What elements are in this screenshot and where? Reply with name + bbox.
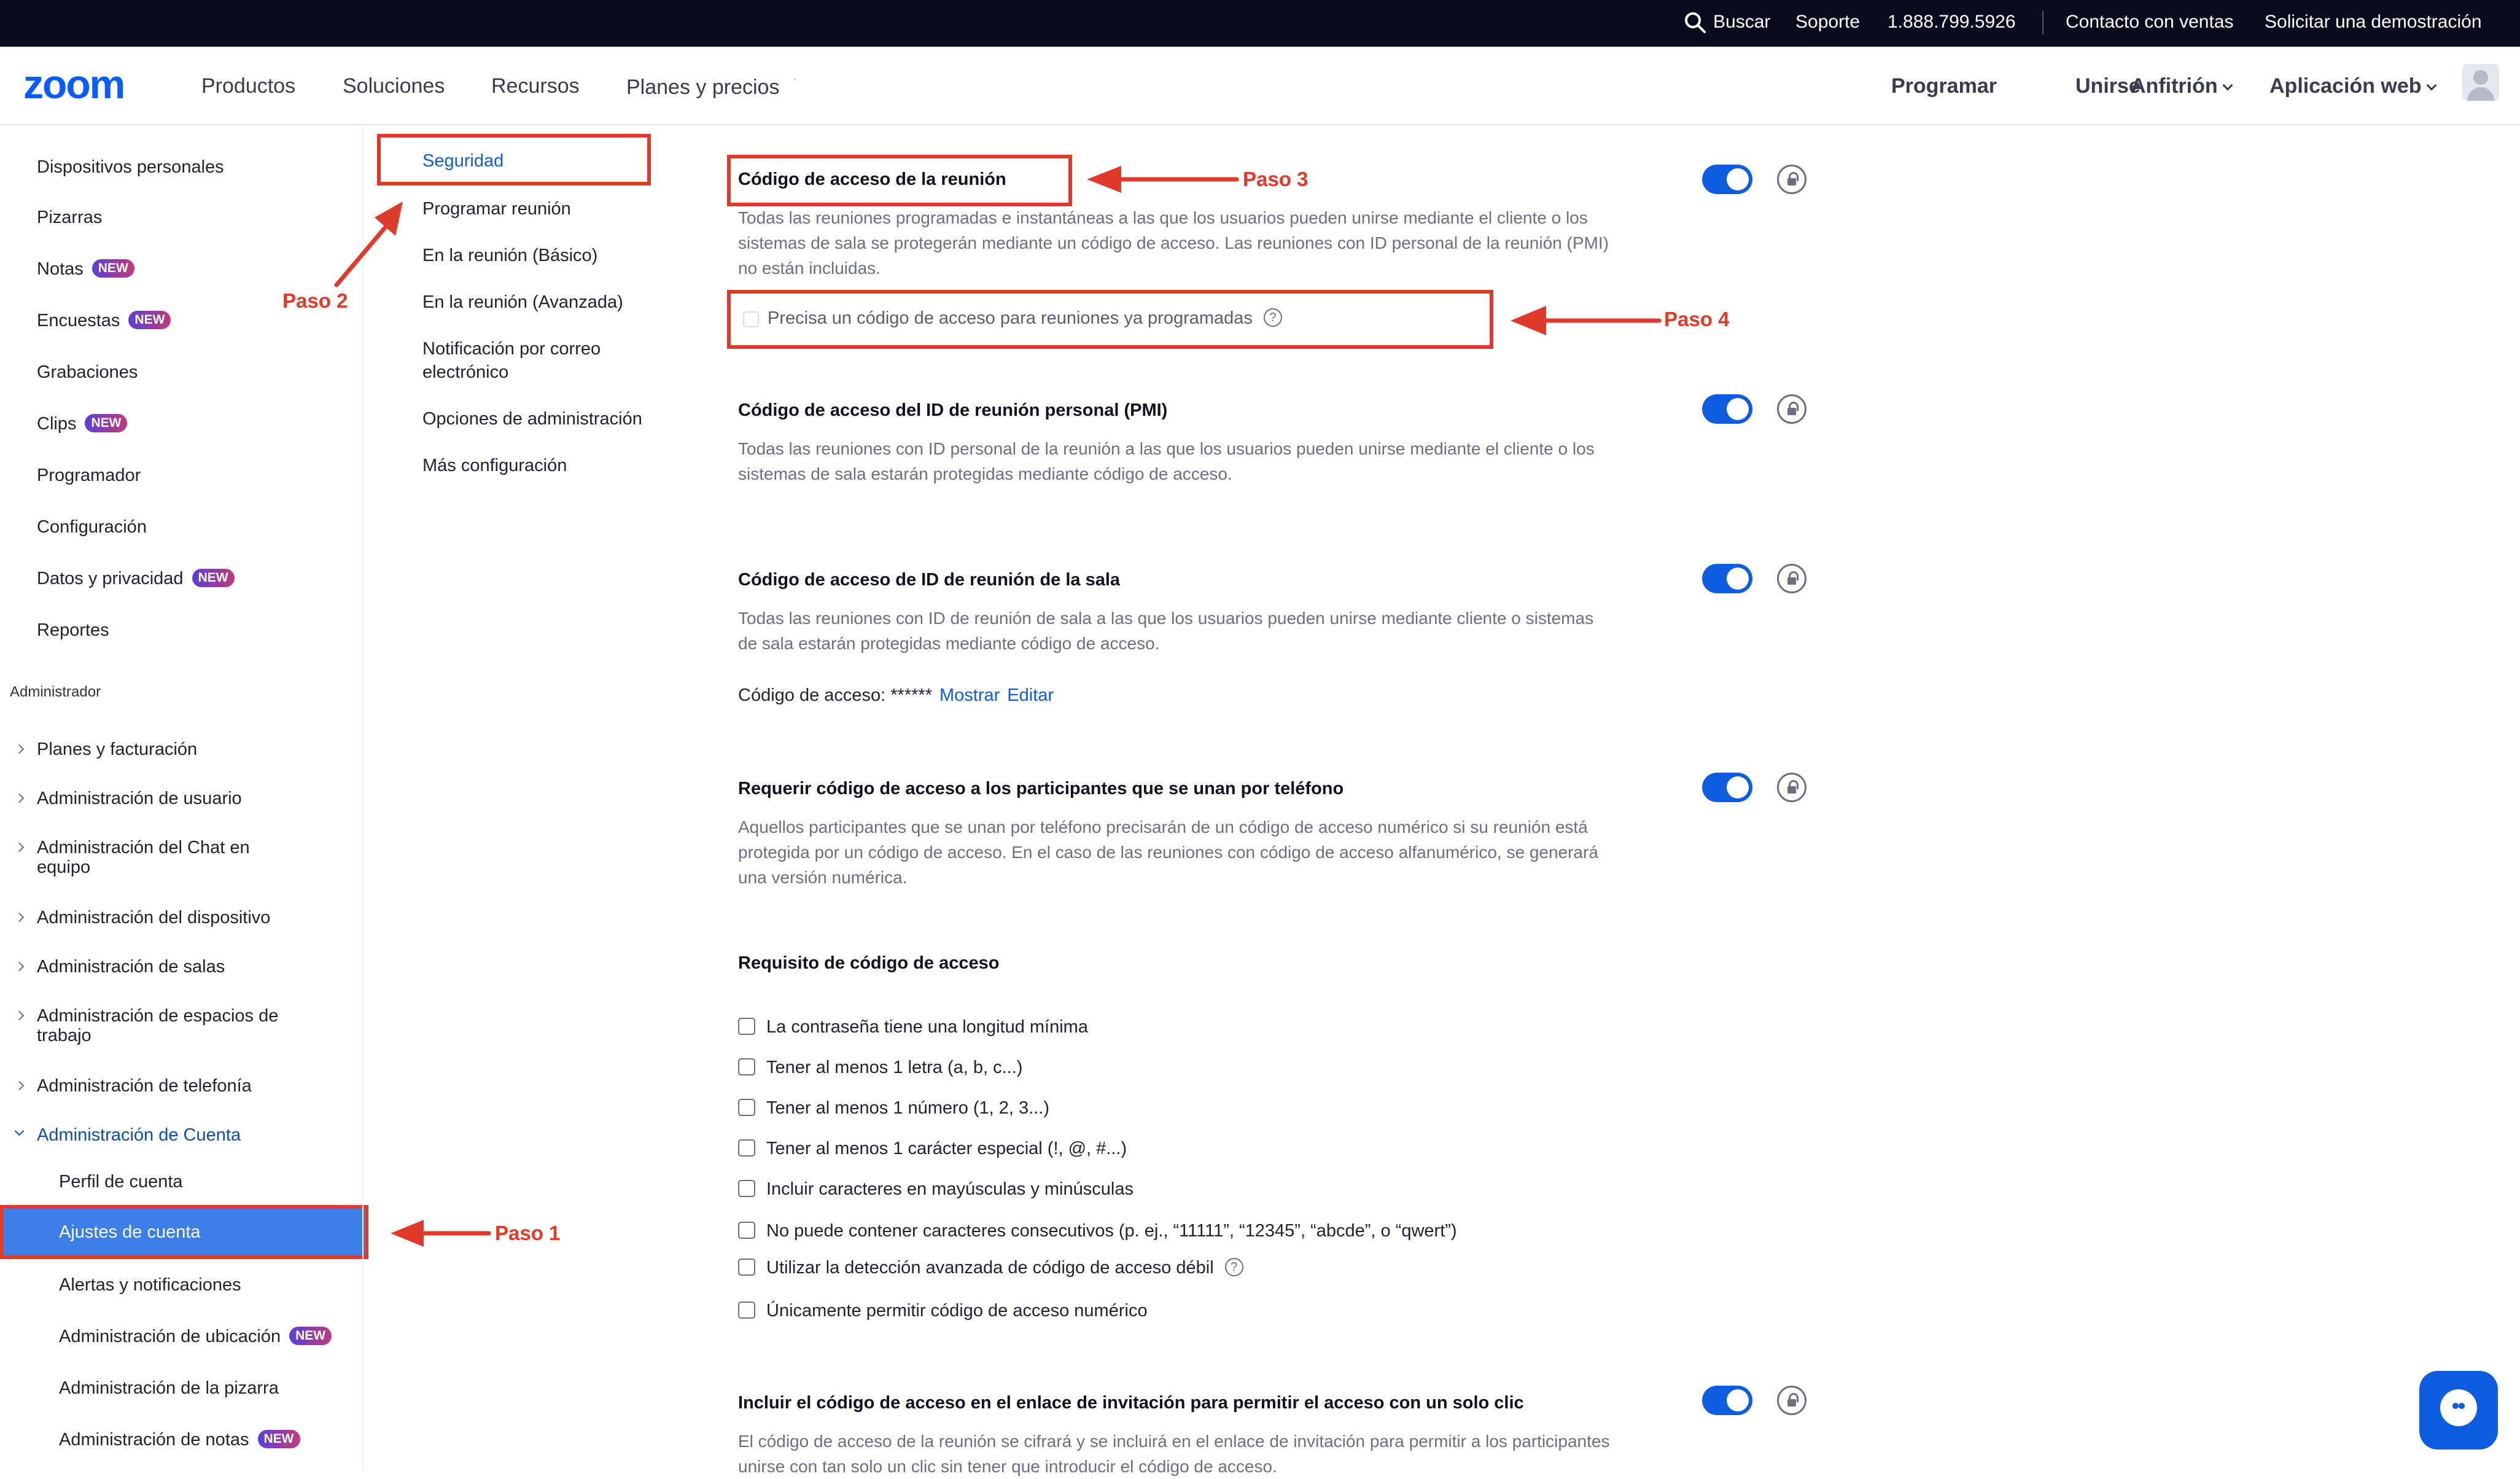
annotation-label-step3: Paso 3 [1243,168,1309,190]
annotation-label-step2: Paso 2 [282,289,348,312]
chat-icon-eye [2452,1403,2459,1409]
arrow-step2 [334,219,393,287]
arrowhead-step4 [1511,306,1546,335]
arrowhead-step3 [1087,166,1121,193]
chat-icon-eye [2459,1403,2465,1409]
annotation-label-step1: Paso 1 [495,1222,561,1244]
arrowhead-step1 [391,1220,424,1247]
annotation-label-step4: Paso 4 [1664,308,1730,330]
arrowhead-step2 [375,201,403,236]
annotation-arrows [334,166,1662,1247]
chat-assistant-button[interactable] [2419,1371,2498,1450]
